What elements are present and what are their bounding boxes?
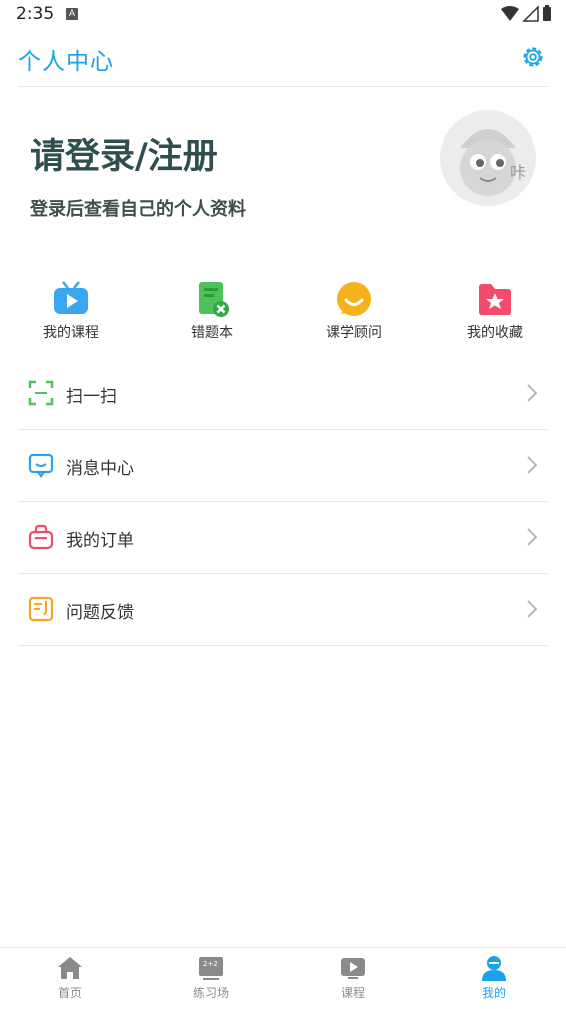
menu-label: 扫一扫 [66,387,117,407]
mascot-avatar-icon: 咔 [460,129,526,196]
quick-item-advisor[interactable]: 课学顾问 [294,280,414,342]
practice-board-icon: 2+2 [199,957,223,980]
menu-item-orders[interactable]: 我的订单 [18,502,548,574]
settings-button[interactable] [520,44,546,70]
wifi-icon [501,6,519,21]
page-title: 个人中心 [18,49,114,75]
gear-icon [523,47,543,67]
signal-icon [522,5,539,22]
chevron-right-icon [527,528,538,546]
quick-label: 我的课程 [43,325,99,341]
header: 个人中心 [18,30,548,87]
user-icon [482,956,506,981]
mistake-book-icon [199,282,229,317]
home-icon [58,957,82,979]
quick-label: 课学顾问 [326,325,382,341]
tab-label: 课程 [340,986,365,1000]
avatar[interactable]: 咔 [440,110,536,206]
quick-item-mistake-book[interactable]: 错题本 [152,280,272,342]
message-icon [28,453,54,478]
login-register-link[interactable]: 请登录/注册 [30,128,218,179]
favorites-folder-icon [479,284,511,315]
status-time: 2:35 [16,4,55,24]
course-play-icon [341,958,365,979]
menu-item-messages[interactable]: 消息中心 [18,430,548,502]
tab-label: 我的 [481,986,506,1000]
quick-actions: 我的课程 错题本 课学顾问 我的收藏 [0,280,566,350]
quick-label: 错题本 [191,325,233,341]
tab-practice[interactable]: 2+2 练习场 [171,954,251,1001]
svg-text:2+2: 2+2 [203,960,218,968]
system-icons [500,5,552,27]
battery-icon [543,5,551,21]
video-tv-icon [54,281,88,314]
tab-label: 练习场 [192,986,229,1000]
notification-icon: A [66,8,78,20]
bottom-tab-bar: 首页 2+2 练习场 课程 我的 [0,947,566,1009]
svg-text:咔: 咔 [510,163,526,182]
quick-item-favorites[interactable]: 我的收藏 [435,280,555,342]
tab-home[interactable]: 首页 [30,954,110,1001]
advisor-chat-icon [337,282,371,316]
quick-label: 我的收藏 [467,325,523,341]
order-bag-icon [28,524,54,550]
menu-list: 扫一扫 消息中心 我的订单 问题反馈 [18,358,548,646]
tab-mine[interactable]: 我的 [454,954,534,1001]
quick-item-my-courses[interactable]: 我的课程 [11,280,131,342]
chevron-right-icon [527,456,538,474]
tab-courses[interactable]: 课程 [313,954,393,1001]
menu-label: 问题反馈 [66,603,134,623]
status-bar: 2:35 A [0,0,566,30]
scan-icon [28,380,54,406]
feedback-icon [28,596,54,622]
profile-section[interactable]: 请登录/注册 登录后查看自己的个人资料 咔 [30,110,540,240]
menu-label: 消息中心 [66,459,134,479]
chevron-right-icon [527,600,538,618]
menu-item-feedback[interactable]: 问题反馈 [18,574,548,646]
tab-label: 首页 [57,986,82,1000]
login-subtitle: 登录后查看自己的个人资料 [30,199,246,220]
chevron-right-icon [527,384,538,402]
menu-item-scan[interactable]: 扫一扫 [18,358,548,430]
menu-label: 我的订单 [66,531,134,551]
